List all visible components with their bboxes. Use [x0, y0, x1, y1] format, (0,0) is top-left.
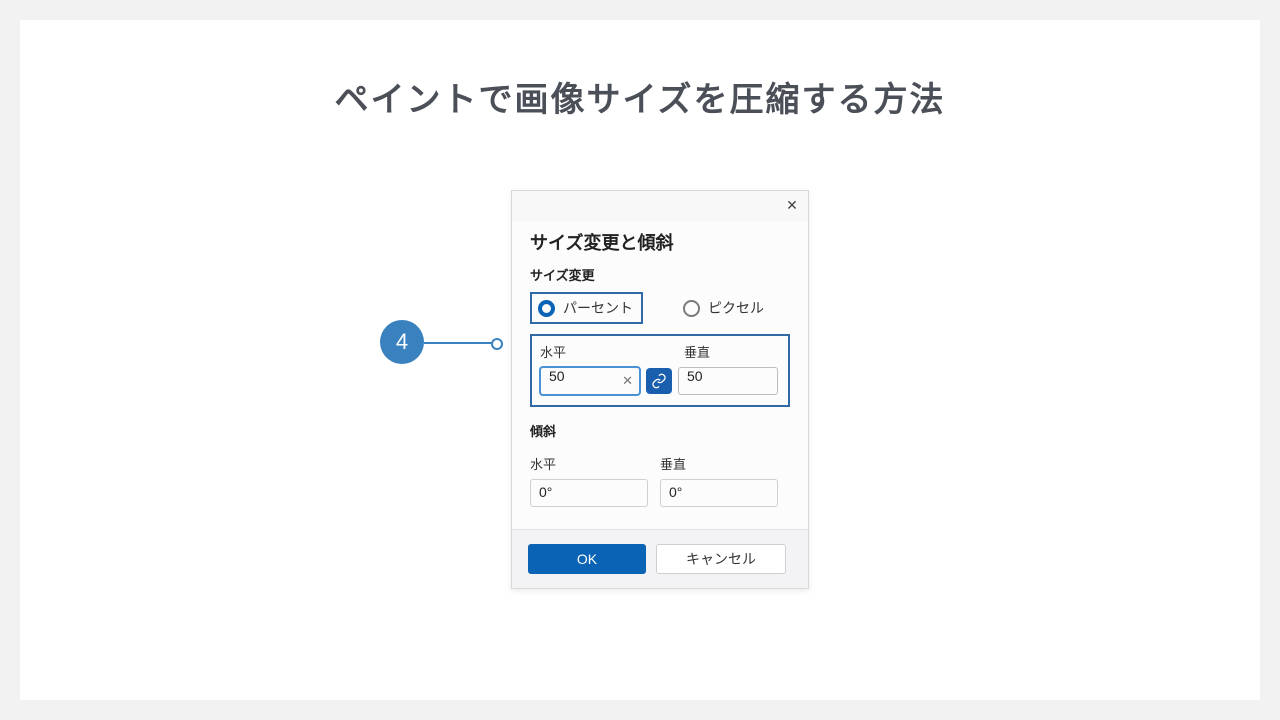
- aspect-lock-button[interactable]: [646, 368, 672, 394]
- resize-vertical-input[interactable]: 50: [678, 367, 778, 395]
- skew-vertical-value: 0°: [669, 484, 682, 500]
- resize-horizontal-input[interactable]: 50 ✕: [540, 367, 640, 395]
- page-title: ペイントで画像サイズを圧縮する方法: [20, 72, 1260, 121]
- resize-skew-dialog: ✕ サイズ変更と傾斜 サイズ変更 パーセント ピクセル 水平 垂直: [511, 190, 809, 589]
- resize-horizontal-label: 水平: [540, 342, 684, 361]
- skew-section-label: 傾斜: [530, 421, 790, 440]
- resize-section-label: サイズ変更: [530, 265, 790, 284]
- skew-horizontal-value: 0°: [539, 484, 552, 500]
- cancel-button[interactable]: キャンセル: [656, 544, 786, 574]
- ok-button[interactable]: OK: [528, 544, 646, 574]
- radio-selected-icon: [538, 300, 555, 317]
- radio-unselected-icon: [683, 300, 700, 317]
- skew-horizontal-label: 水平: [530, 454, 660, 473]
- callout-line: [424, 342, 498, 344]
- radio-pixel[interactable]: ピクセル: [677, 294, 772, 322]
- dialog-title: サイズ変更と傾斜: [530, 229, 790, 255]
- unit-radio-group: パーセント ピクセル: [530, 292, 790, 324]
- dialog-titlebar: ✕: [512, 191, 808, 221]
- clear-input-icon[interactable]: ✕: [622, 373, 633, 389]
- skew-horizontal-input[interactable]: 0°: [530, 479, 648, 507]
- dialog-body: サイズ変更と傾斜 サイズ変更 パーセント ピクセル 水平 垂直: [512, 221, 808, 511]
- slide-card: ペイントで画像サイズを圧縮する方法 4 ✕ サイズ変更と傾斜 サイズ変更 パーセ…: [20, 20, 1260, 700]
- radio-percent-label: パーセント: [563, 298, 633, 318]
- radio-pixel-label: ピクセル: [708, 298, 764, 318]
- resize-inputs-highlight: 水平 垂直 50 ✕ 50: [530, 334, 790, 407]
- radio-percent[interactable]: パーセント: [530, 292, 643, 324]
- link-icon: [651, 373, 667, 389]
- close-icon[interactable]: ✕: [780, 195, 804, 215]
- dialog-footer: OK キャンセル: [512, 529, 808, 588]
- resize-horizontal-value: 50: [549, 368, 565, 384]
- skew-vertical-label: 垂直: [660, 454, 686, 473]
- skew-vertical-input[interactable]: 0°: [660, 479, 778, 507]
- resize-vertical-label: 垂直: [684, 342, 710, 361]
- resize-vertical-value: 50: [687, 368, 703, 384]
- step-number-badge: 4: [380, 320, 424, 364]
